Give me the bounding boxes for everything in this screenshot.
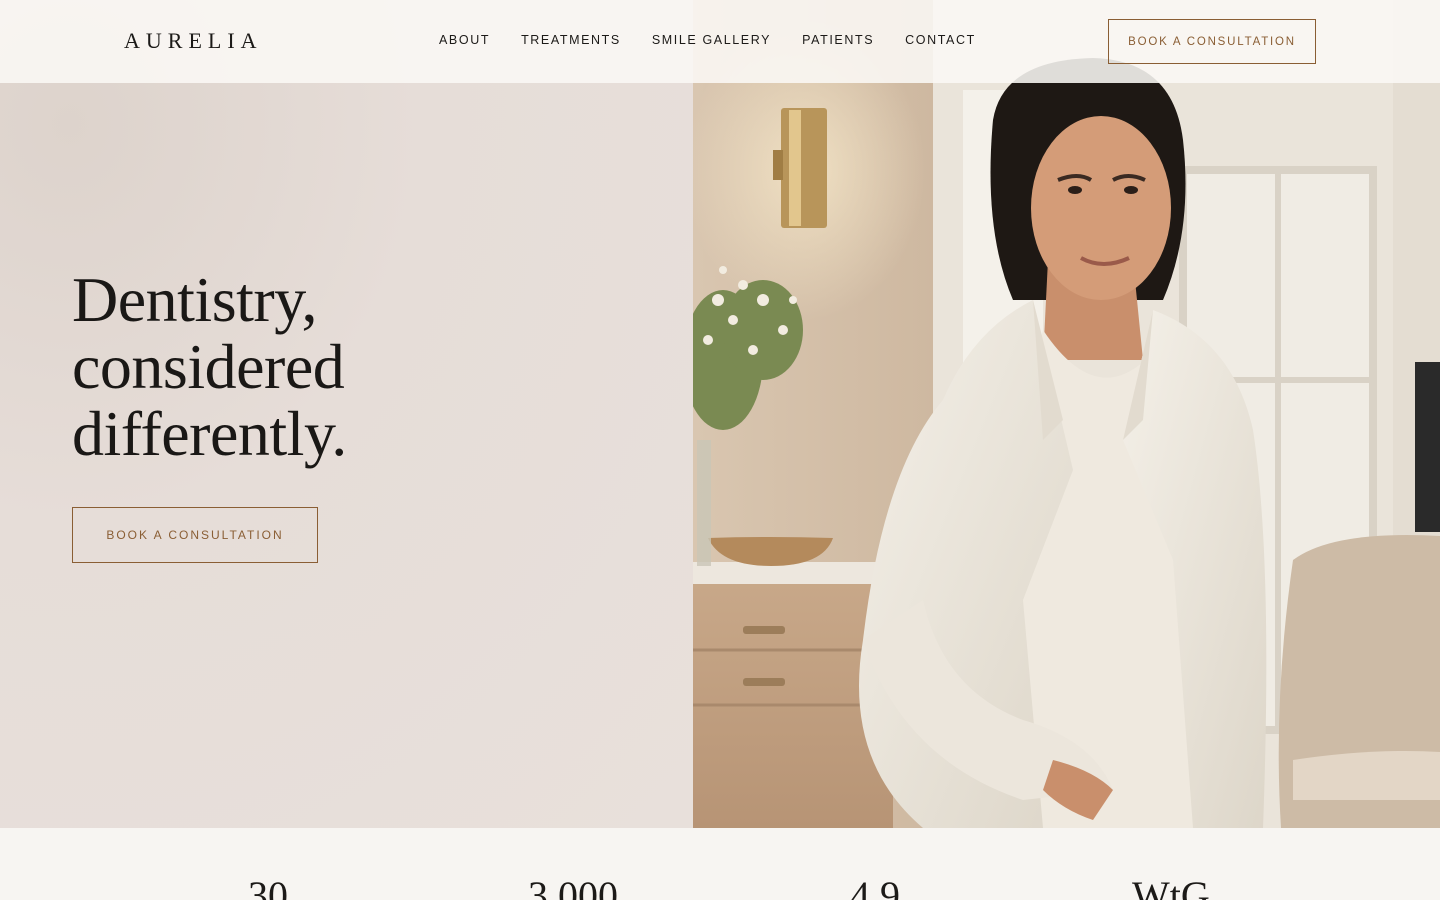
hero-headline-line-2: considered xyxy=(72,331,345,402)
main-nav: ABOUT TREATMENTS SMILE GALLERY PATIENTS … xyxy=(439,33,976,47)
hero-headline: Dentistry, considered differently. xyxy=(72,266,347,467)
nav-item-smile-gallery[interactable]: SMILE GALLERY xyxy=(652,33,771,47)
stat-value-2: 3,000 xyxy=(528,873,618,900)
nav-item-treatments[interactable]: TREATMENTS xyxy=(521,33,621,47)
stat-value-4: WtG xyxy=(1132,873,1210,900)
hero-book-consultation-button[interactable]: BOOK A CONSULTATION xyxy=(72,507,318,563)
nav-item-patients[interactable]: PATIENTS xyxy=(802,33,874,47)
hero-left-panel: Dentistry, considered differently. BOOK … xyxy=(0,0,693,828)
header-book-consultation-button[interactable]: BOOK A CONSULTATION xyxy=(1108,19,1316,64)
dentist-portrait-image xyxy=(693,0,1440,828)
hero-headline-line-3: differently. xyxy=(72,398,347,469)
hero-photo xyxy=(693,0,1440,828)
stat-value-1: 30 xyxy=(248,873,288,900)
brand-logo[interactable]: AURELIA xyxy=(124,28,263,54)
site-header: AURELIA ABOUT TREATMENTS SMILE GALLERY P… xyxy=(0,0,1440,83)
hero-headline-line-1: Dentistry, xyxy=(72,264,318,335)
stats-strip xyxy=(0,828,1440,900)
nav-item-about[interactable]: ABOUT xyxy=(439,33,490,47)
stat-value-3: 4.9 xyxy=(850,873,900,900)
nav-item-contact[interactable]: CONTACT xyxy=(905,33,976,47)
